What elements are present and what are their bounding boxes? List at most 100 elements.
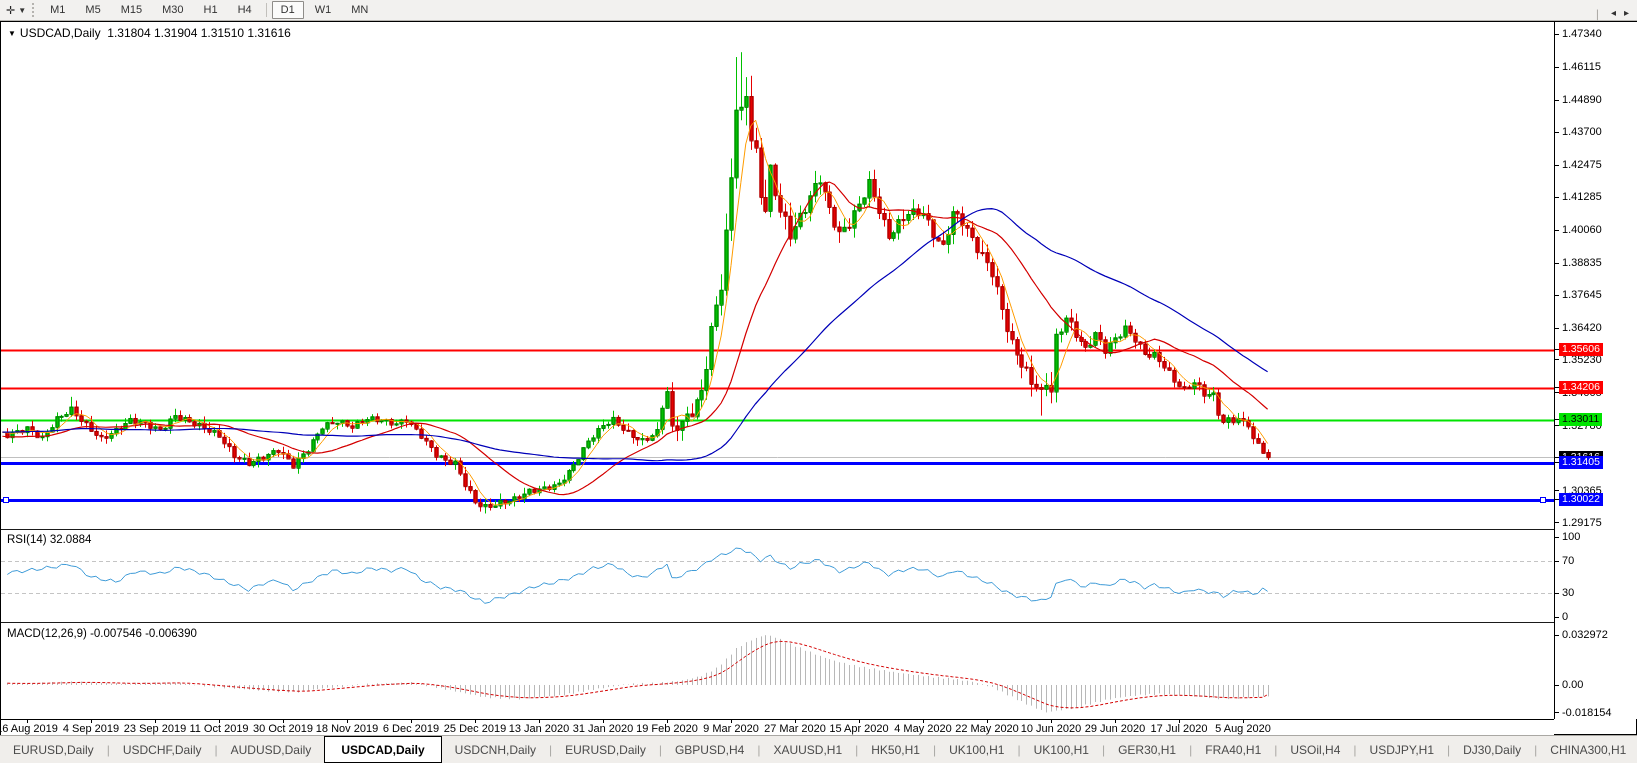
chart-tab-usdjpy-h1[interactable]: USDJPY,H1 <box>1357 736 1447 763</box>
date-axis[interactable]: 16 Aug 20194 Sep 201923 Sep 201911 Oct 2… <box>1 719 1554 735</box>
toolbar-grip[interactable] <box>32 3 34 17</box>
date-label: 6 Dec 2019 <box>383 723 439 735</box>
date-label: 18 Nov 2019 <box>316 723 378 735</box>
chart-title-ohlc: 1.31804 1.31904 1.31510 1.31616 <box>107 26 291 40</box>
price-chart-canvas[interactable] <box>1 22 1554 528</box>
date-label: 29 Jun 2020 <box>1085 723 1146 735</box>
axis-tick <box>1555 165 1559 166</box>
timeframe-button-h1[interactable]: H1 <box>195 1 227 19</box>
timeframe-separator <box>266 3 267 17</box>
price-axis-label: 1.29175 <box>1562 517 1602 529</box>
chart-tab-uk100-h1[interactable]: UK100,H1 <box>936 736 1017 763</box>
chart-tab-eurusd-daily[interactable]: EURUSD,Daily <box>0 736 107 763</box>
price-axis-label: 1.43700 <box>1562 126 1602 138</box>
chart-tab-eurusd-daily[interactable]: EURUSD,Daily <box>552 736 659 763</box>
macd-axis-label: 0.00 <box>1562 679 1583 691</box>
timeframe-button-w1[interactable]: W1 <box>306 1 341 19</box>
chart-tab-gbpusd-h4[interactable]: GBPUSD,H4 <box>662 736 757 763</box>
axis-tick <box>1555 490 1559 491</box>
date-label: 30 Oct 2019 <box>253 723 313 735</box>
chart-tab-usdchf-daily[interactable]: USDCHF,Daily <box>110 736 215 763</box>
axis-tick <box>1555 359 1559 360</box>
tab-scroll-left-icon[interactable]: ◂ <box>1611 8 1616 19</box>
price-line-badge: 1.33011 <box>1559 413 1602 426</box>
chart-tab-usdcnh-daily[interactable]: USDCNH,Daily <box>442 736 549 763</box>
rsi-axis-label: 30 <box>1562 587 1574 599</box>
rsi-axis-label: 0 <box>1562 611 1568 623</box>
axis-tick <box>1555 712 1559 713</box>
date-label: 10 Jun 2020 <box>1021 723 1082 735</box>
axis-tick <box>1555 295 1559 296</box>
timeframe-button-m1[interactable]: M1 <box>41 1 74 19</box>
axis-tick <box>1555 197 1559 198</box>
macd-axis-label: -0.018154 <box>1562 707 1612 719</box>
axis-tick <box>1555 561 1559 562</box>
macd-axis-label: 0.032972 <box>1562 629 1608 641</box>
chart-tab-uk100-h1[interactable]: UK100,H1 <box>1021 736 1102 763</box>
timeframe-toolbar: ✛ ▼ M1M5M15M30H1H4 D1W1MN <box>0 0 1637 21</box>
rsi-axis-label: 100 <box>1562 531 1580 543</box>
price-line-badge: 1.34206 <box>1559 381 1603 394</box>
timeframe-button-m5[interactable]: M5 <box>76 1 109 19</box>
price-axis[interactable]: 1.473401.461151.448901.437001.424751.412… <box>1554 22 1637 719</box>
chart-window: ▼ USDCAD,Daily 1.31804 1.31904 1.31510 1.… <box>0 21 1637 735</box>
chart-tab-bar: EURUSD,Daily|USDCHF,Daily|AUDUSD,DailyUS… <box>0 735 1637 763</box>
axis-tick <box>1555 132 1559 133</box>
axis-tick <box>1555 635 1559 636</box>
price-axis-label: 1.42475 <box>1562 159 1602 171</box>
date-label: 31 Jan 2020 <box>573 723 634 735</box>
timeframe-button-m30[interactable]: M30 <box>153 1 192 19</box>
date-label: 17 Jul 2020 <box>1151 723 1208 735</box>
date-label: 25 Dec 2019 <box>444 723 506 735</box>
date-label: 23 Sep 2019 <box>124 723 186 735</box>
axis-tick <box>1555 593 1559 594</box>
axis-tick <box>1555 67 1559 68</box>
date-label: 27 Mar 2020 <box>764 723 826 735</box>
price-line-badge: 1.30022 <box>1559 493 1603 506</box>
date-label: 22 May 2020 <box>955 723 1019 735</box>
price-axis-label: 1.40060 <box>1562 224 1602 236</box>
date-label: 19 Feb 2020 <box>636 723 698 735</box>
tab-scroll-right-icon[interactable]: ▸ <box>1624 8 1629 19</box>
timeframe-button-mn[interactable]: MN <box>342 1 377 19</box>
chart-tab-china300-h1[interactable]: CHINA300,H1 <box>1537 736 1637 763</box>
timeframe-button-d1[interactable]: D1 <box>272 1 304 19</box>
tab-scroll-nav: | ◂ ▸ <box>1592 0 1633 27</box>
tab-nav-separator: | <box>1596 7 1599 21</box>
rsi-chart-canvas[interactable] <box>1 531 1554 622</box>
axis-tick <box>1555 230 1559 231</box>
date-label: 4 May 2020 <box>894 723 951 735</box>
chart-tab-usdcad-daily[interactable]: USDCAD,Daily <box>324 736 441 763</box>
symbol-dropdown-icon[interactable]: ▼ <box>8 29 16 38</box>
crosshair-tool-icon[interactable]: ✛ <box>0 4 18 17</box>
chart-tab-dj30-daily[interactable]: DJ30,Daily <box>1450 736 1534 763</box>
chart-tab-fra40-h1[interactable]: FRA40,H1 <box>1192 736 1274 763</box>
chart-title: ▼ USDCAD,Daily 1.31804 1.31904 1.31510 1.… <box>8 26 291 40</box>
chart-tab-audusd-daily[interactable]: AUDUSD,Daily <box>218 736 325 763</box>
timeframe-button-h4[interactable]: H4 <box>229 1 261 19</box>
price-axis-label: 1.36420 <box>1562 322 1602 334</box>
timeframe-button-m15[interactable]: M15 <box>112 1 151 19</box>
axis-tick <box>1555 100 1559 101</box>
timeframe-buttons: M1M5M15M30H1H4 D1W1MN <box>40 1 378 19</box>
axis-tick <box>1555 617 1559 618</box>
mt4-terminal: { "toolbar": { "tool_icon": "✛", "caret"… <box>0 0 1637 762</box>
chart-tab-xauusd-h1[interactable]: XAUUSD,H1 <box>760 736 855 763</box>
price-axis-label: 1.37645 <box>1562 289 1602 301</box>
axis-tick <box>1555 537 1559 538</box>
axis-tick <box>1555 685 1559 686</box>
rsi-axis-label: 70 <box>1562 555 1574 567</box>
chart-tab-ger30-h1[interactable]: GER30,H1 <box>1105 736 1189 763</box>
date-label: 5 Aug 2020 <box>1215 723 1271 735</box>
chart-tab-hk50-h1[interactable]: HK50,H1 <box>858 736 933 763</box>
rsi-indicator-label: RSI(14) 32.0884 <box>7 534 91 546</box>
date-label: 13 Jan 2020 <box>509 723 570 735</box>
macd-chart-canvas[interactable] <box>1 625 1554 719</box>
price-axis-label: 1.46115 <box>1562 61 1601 73</box>
chart-tab-usoil-h4[interactable]: USOil,H4 <box>1277 736 1353 763</box>
chart-title-symbol: USDCAD,Daily <box>20 26 101 40</box>
dropdown-caret-icon[interactable]: ▼ <box>18 6 26 15</box>
price-axis-label: 1.47340 <box>1562 28 1602 40</box>
axis-tick <box>1555 263 1559 264</box>
axis-tick <box>1555 522 1559 523</box>
